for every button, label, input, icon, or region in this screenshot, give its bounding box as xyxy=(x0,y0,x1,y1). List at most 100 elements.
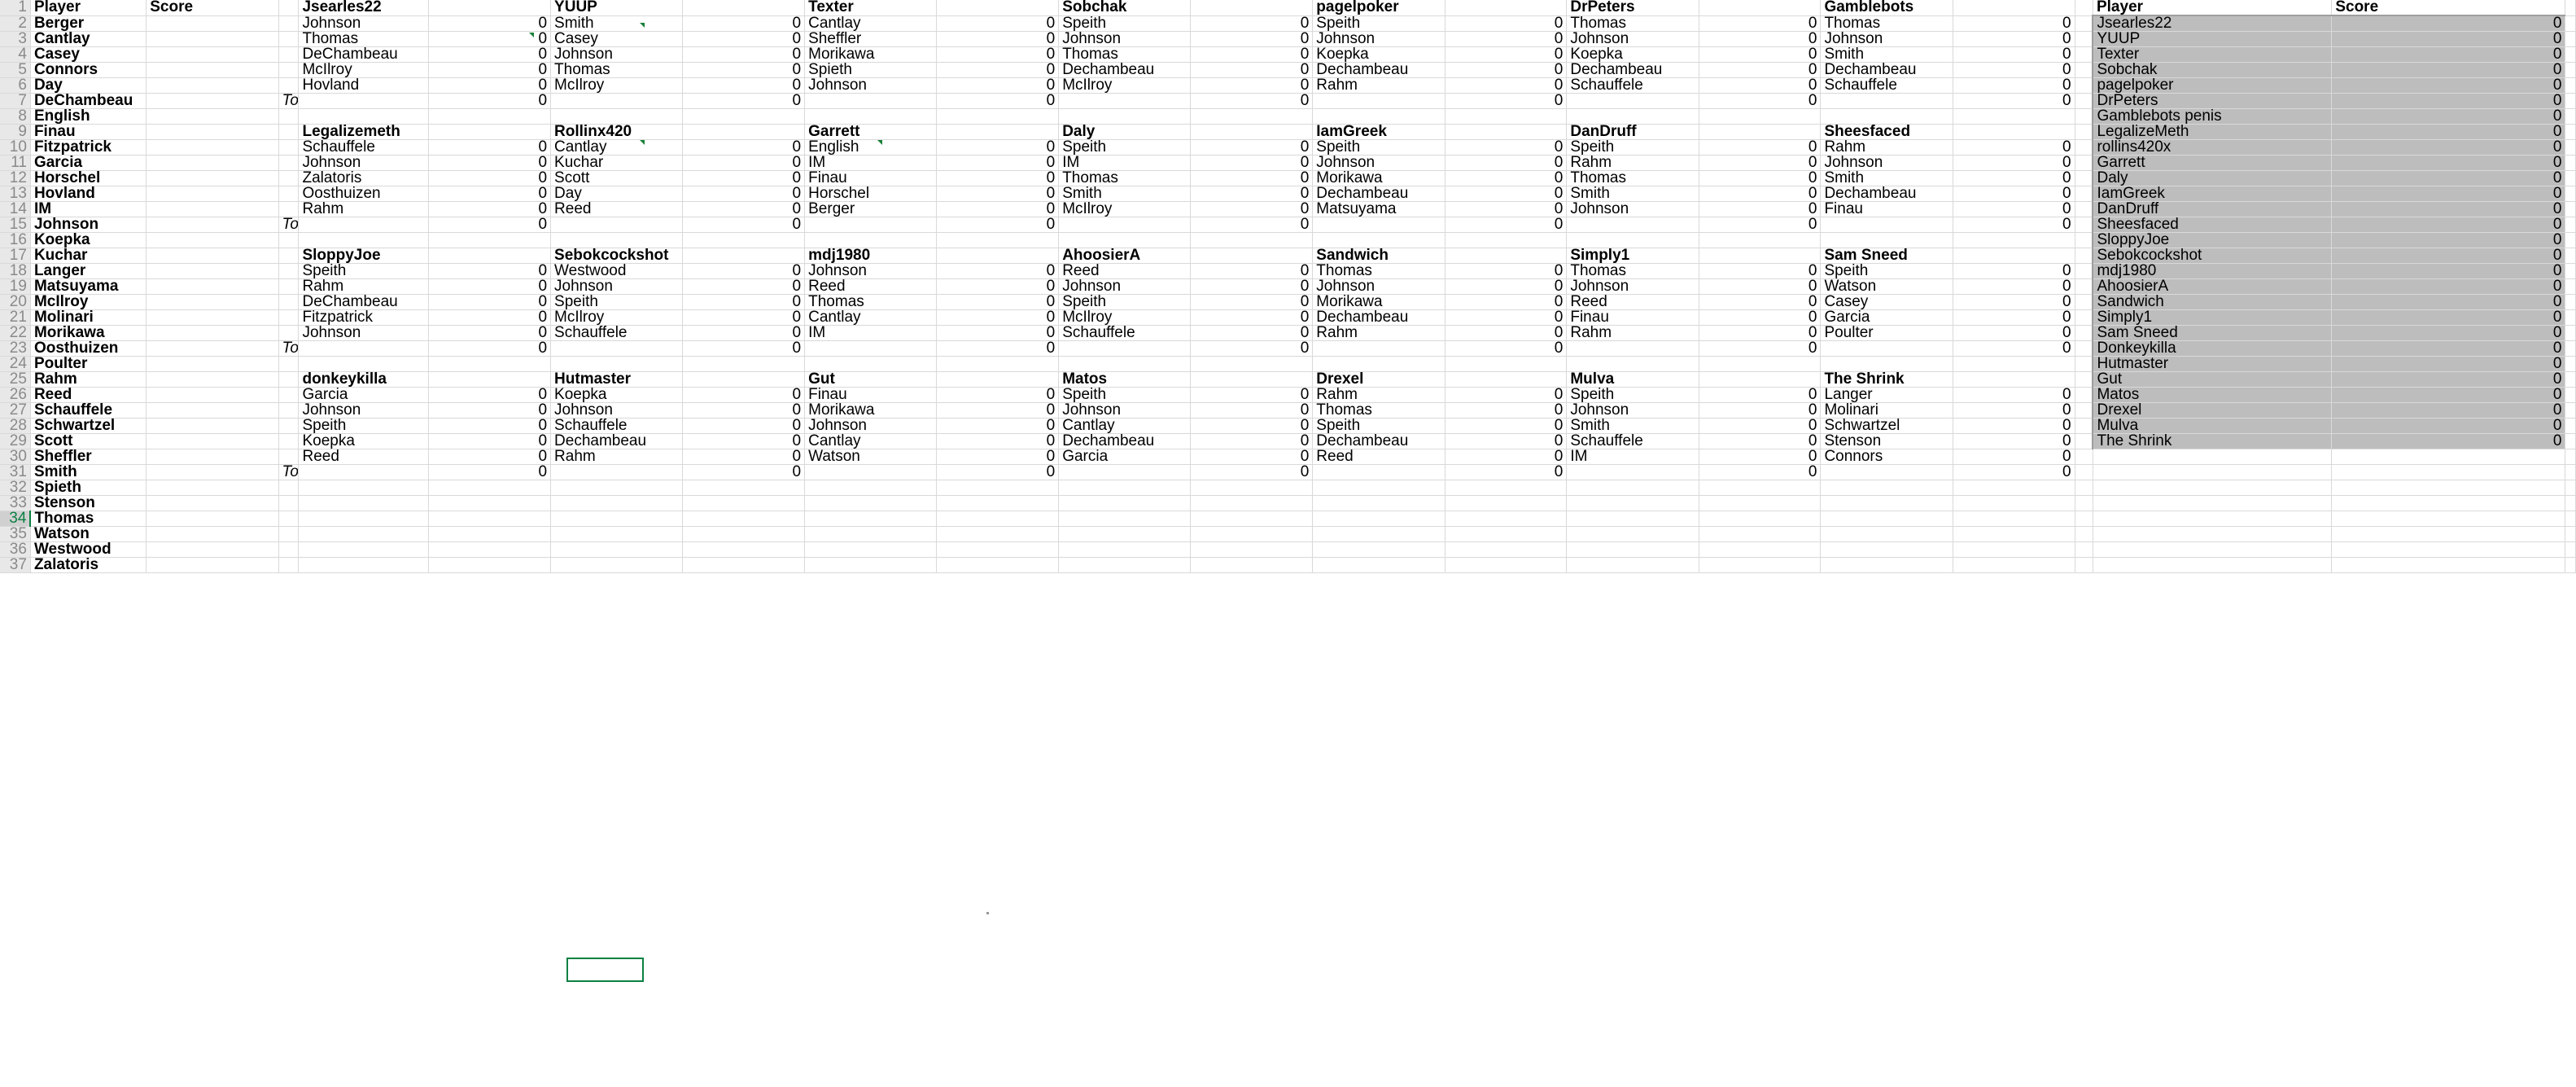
cell-r28-c9[interactable]: 0 xyxy=(936,418,1060,434)
cell-empty[interactable] xyxy=(804,356,938,372)
cell-r29-c1[interactable]: Scott xyxy=(30,433,147,449)
cell-r7-c13[interactable]: 0 xyxy=(1445,93,1568,109)
cell-r26-c9[interactable]: 0 xyxy=(936,387,1060,403)
cell-empty[interactable] xyxy=(1699,511,1822,527)
cell-empty[interactable] xyxy=(1820,480,1953,496)
cell-empty[interactable] xyxy=(278,371,300,388)
cell-r4-c6[interactable]: Johnson xyxy=(550,46,684,63)
cell-empty[interactable] xyxy=(682,248,806,264)
cell-r1-c4[interactable]: Jsearles22 xyxy=(298,0,430,16)
cell-r3-c11[interactable]: 0 xyxy=(1190,31,1314,47)
cell-r29-c5[interactable]: 0 xyxy=(428,433,552,449)
cell-r16-c19[interactable]: SloppyJoe xyxy=(2092,232,2333,248)
cell-empty[interactable] xyxy=(278,248,300,264)
cell-r28-c6[interactable]: Schauffele xyxy=(550,418,684,434)
cell-empty[interactable] xyxy=(2565,495,2576,511)
cell-r11-c10[interactable]: IM xyxy=(1058,155,1192,171)
cell-r22-c16[interactable]: Poulter xyxy=(1820,325,1953,341)
cell-r5-c6[interactable]: Thomas xyxy=(550,62,684,78)
cell-r6-c12[interactable]: Rahm xyxy=(1312,77,1445,94)
cell-r18-c10[interactable]: Reed xyxy=(1058,263,1192,279)
cell-r12-c5[interactable]: 0 xyxy=(428,170,552,186)
cell-r6-c11[interactable]: 0 xyxy=(1190,77,1314,94)
cell-r6-c10[interactable]: McIlroy xyxy=(1058,77,1192,94)
sheet-row[interactable]: 25 Rahm donkeykilla Hutmaster Gut Matos Drexel… xyxy=(0,371,2576,388)
row-header-17[interactable]: 17 xyxy=(0,248,31,264)
cell-empty[interactable] xyxy=(2331,449,2566,465)
cell-r5-c12[interactable]: Dechambeau xyxy=(1312,62,1445,78)
cell-empty[interactable] xyxy=(2331,480,2566,496)
cell-r20-c9[interactable]: 0 xyxy=(936,294,1060,310)
cell-r30-c6[interactable]: Rahm xyxy=(550,449,684,465)
cell-empty[interactable] xyxy=(1445,557,1568,573)
cell-empty[interactable] xyxy=(936,495,1060,511)
cell-r18-c4[interactable]: Speith xyxy=(298,263,430,279)
cell-empty[interactable] xyxy=(1312,356,1445,372)
cell-empty[interactable] xyxy=(1953,526,2075,542)
cell-empty[interactable] xyxy=(804,511,938,527)
sheet-row[interactable]: 33 Stenson xyxy=(0,495,2576,511)
cell-r30-c5[interactable]: 0 xyxy=(428,449,552,465)
cell-r2-c10[interactable]: Speith xyxy=(1058,15,1192,32)
cell-empty[interactable] xyxy=(550,340,684,357)
cell-r3-c16[interactable]: Johnson xyxy=(1820,31,1953,47)
cell-empty[interactable] xyxy=(1190,232,1314,248)
cell-r22-c15[interactable]: 0 xyxy=(1699,325,1822,341)
cell-r1-c8[interactable]: Texter xyxy=(804,0,938,16)
cell-empty[interactable] xyxy=(278,139,300,156)
cell-empty[interactable] xyxy=(2565,248,2576,264)
cell-empty[interactable] xyxy=(2093,511,2333,527)
cell-r22-c17[interactable]: 0 xyxy=(1953,325,2075,341)
cell-r14-c10[interactable]: McIlroy xyxy=(1058,201,1192,217)
row-header-13[interactable]: 13 xyxy=(0,186,31,202)
cell-r17-c10[interactable]: AhoosierA xyxy=(1058,248,1192,264)
cell-r20-c13[interactable]: 0 xyxy=(1445,294,1568,310)
cell-empty[interactable] xyxy=(2565,511,2576,527)
cell-empty[interactable] xyxy=(146,418,279,434)
cell-empty[interactable] xyxy=(1190,557,1314,573)
cell-empty[interactable] xyxy=(2565,62,2576,78)
cell-r28-c15[interactable]: 0 xyxy=(1699,418,1822,434)
cell-r14-c4[interactable]: Rahm xyxy=(298,201,430,217)
cell-empty[interactable] xyxy=(1820,217,1953,233)
cell-r7-c19[interactable]: DrPeters xyxy=(2092,93,2333,109)
cell-r3-c14[interactable]: Johnson xyxy=(1566,31,1699,47)
cell-r10-c6[interactable]: Cantlay xyxy=(550,139,684,156)
cell-r20-c20[interactable]: 0 xyxy=(2331,294,2566,310)
cell-empty[interactable] xyxy=(1820,511,1953,527)
cell-r10-c9[interactable]: 0 xyxy=(936,139,1060,156)
cell-empty[interactable] xyxy=(2075,480,2093,496)
cell-empty[interactable] xyxy=(1312,340,1445,357)
cell-r23-c13[interactable]: 0 xyxy=(1445,340,1568,357)
cell-r22-c8[interactable]: IM xyxy=(804,325,938,341)
cell-empty[interactable] xyxy=(1953,541,2075,558)
cell-empty[interactable] xyxy=(146,62,279,78)
cell-r6-c15[interactable]: 0 xyxy=(1699,77,1822,94)
cell-empty[interactable] xyxy=(1566,217,1699,233)
cell-r15-c9[interactable]: 0 xyxy=(936,217,1060,233)
cell-r20-c6[interactable]: Speith xyxy=(550,294,684,310)
cell-empty[interactable] xyxy=(146,77,279,94)
cell-r34-c1[interactable]: Thomas xyxy=(30,511,147,527)
cell-r12-c16[interactable]: Smith xyxy=(1820,170,1953,186)
cell-r9-c10[interactable]: Daly xyxy=(1058,124,1192,140)
cell-r19-c15[interactable]: 0 xyxy=(1699,278,1822,295)
cell-r30-c12[interactable]: Reed xyxy=(1312,449,1445,465)
cell-r11-c17[interactable]: 0 xyxy=(1953,155,2075,171)
cell-empty[interactable] xyxy=(1820,557,1953,573)
cell-r14-c16[interactable]: Finau xyxy=(1820,201,1953,217)
cell-r10-c5[interactable]: 0 xyxy=(428,139,552,156)
cell-empty[interactable] xyxy=(146,124,279,140)
cell-empty[interactable] xyxy=(1058,93,1192,109)
cell-r2-c4[interactable]: Johnson xyxy=(298,15,430,32)
row-header-14[interactable]: 14 xyxy=(0,201,31,217)
cell-r14-c12[interactable]: Matsuyama xyxy=(1312,201,1445,217)
cell-r21-c13[interactable]: 0 xyxy=(1445,309,1568,326)
cell-empty[interactable] xyxy=(1820,464,1953,480)
cell-empty[interactable] xyxy=(428,356,552,372)
cell-r27-c15[interactable]: 0 xyxy=(1699,402,1822,419)
cell-r18-c16[interactable]: Speith xyxy=(1820,263,1953,279)
cell-empty[interactable] xyxy=(1312,495,1445,511)
cell-r22-c1[interactable]: Morikawa xyxy=(30,325,147,341)
cell-r28-c1[interactable]: Schwartzel xyxy=(30,418,147,434)
